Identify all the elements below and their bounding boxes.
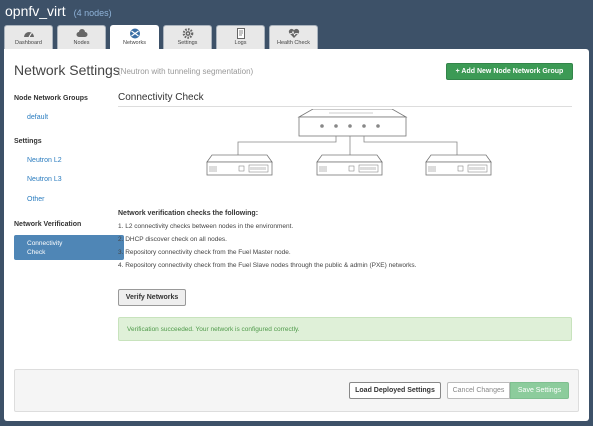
check-item: 4. Repository connectivity check from th…	[118, 262, 417, 269]
check-item: 2. DHCP discover check on all nodes.	[118, 236, 227, 243]
page-title: Network Settings	[14, 62, 120, 78]
sidebar-item-label: Connectivity	[27, 240, 63, 247]
node-count: (4 nodes)	[73, 8, 112, 18]
network-icon	[129, 28, 140, 39]
server-icon	[206, 154, 273, 176]
add-node-network-group-button[interactable]: + Add New Node Network Group	[446, 63, 573, 80]
footer-toolbar: Load Deployed Settings Cancel Changes Sa…	[14, 369, 579, 412]
check-item: 1. L2 connectivity checks between nodes …	[118, 223, 294, 230]
heart-icon	[288, 28, 299, 38]
cloud-icon	[76, 29, 87, 37]
verify-networks-button[interactable]: Verify Networks	[118, 289, 186, 306]
dashboard-icon	[23, 32, 34, 38]
tab-logs[interactable]: Logs	[216, 25, 265, 49]
sidebar-item-label: Check	[27, 249, 46, 256]
environment-title: opnfv_virt (4 nodes)	[5, 3, 112, 19]
sidebar-heading-node-network-groups: Node Network Groups	[14, 95, 88, 102]
tab-health-check[interactable]: Health Check	[269, 25, 318, 49]
gear-icon	[182, 28, 193, 39]
section-title: Connectivity Check	[118, 92, 204, 103]
tab-label: Health Check	[276, 40, 311, 46]
tab-label: Nodes	[73, 40, 90, 46]
logs-icon	[236, 28, 245, 39]
checks-heading: Network verification checks the followin…	[118, 210, 259, 217]
switch-icon	[297, 109, 408, 137]
network-links	[237, 136, 458, 155]
sidebar-item-other[interactable]: Other	[27, 196, 45, 203]
check-item: 3. Repository connectivity check from th…	[118, 249, 291, 256]
section-divider	[118, 106, 572, 107]
tab-networks[interactable]: Networks	[110, 25, 159, 50]
server-icon	[425, 154, 492, 176]
tab-dashboard[interactable]: Dashboard	[4, 25, 53, 49]
tab-label: Settings	[177, 40, 198, 46]
sidebar-item-neutron-l3[interactable]: Neutron L3	[27, 176, 62, 183]
sidebar-item-default[interactable]: default	[27, 114, 48, 121]
save-settings-button[interactable]: Save Settings	[510, 382, 569, 399]
tab-label: Logs	[234, 40, 247, 46]
verification-success-alert: Verification succeeded. Your network is …	[118, 317, 572, 341]
top-bar: opnfv_virt (4 nodes) Dashboard Nodes Net…	[0, 0, 593, 50]
sidebar-heading-network-verification: Network Verification	[14, 221, 82, 228]
sidebar-item-connectivity-check[interactable]: Connectivity Check	[14, 235, 124, 260]
server-icon	[316, 154, 383, 176]
sidebar-heading-settings: Settings	[14, 138, 42, 145]
sidebar-item-neutron-l2[interactable]: Neutron L2	[27, 157, 62, 164]
connectivity-diagram	[206, 109, 492, 176]
environment-name: opnfv_virt	[5, 3, 66, 19]
tab-label: Networks	[123, 40, 146, 46]
main-panel: Network Settings (Neutron with tunneling…	[4, 49, 589, 421]
tab-nodes[interactable]: Nodes	[57, 25, 106, 49]
tab-settings[interactable]: Settings	[163, 25, 212, 49]
page-subtitle: (Neutron with tunneling segmentation)	[118, 67, 254, 76]
load-deployed-settings-button[interactable]: Load Deployed Settings	[349, 382, 441, 399]
cancel-changes-button[interactable]: Cancel Changes	[447, 382, 510, 399]
tab-label: Dashboard	[15, 40, 42, 46]
